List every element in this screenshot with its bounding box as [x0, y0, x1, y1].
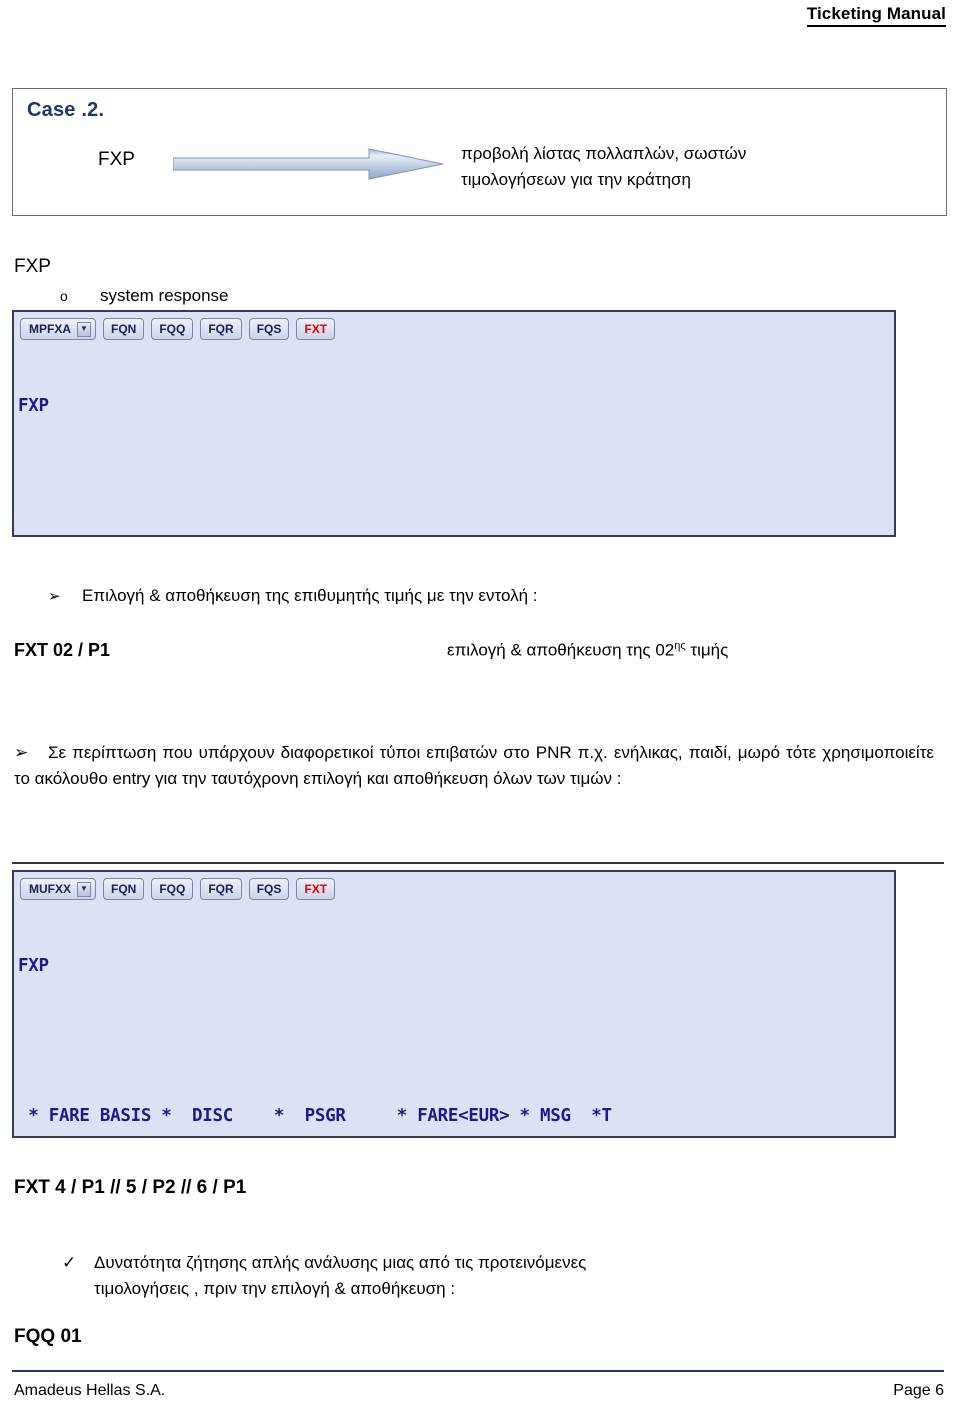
command-fxt-02-p1: FXT 02 / P1	[14, 640, 111, 660]
terminal-1-button-fqq[interactable]: FQQ	[151, 318, 194, 340]
terminal-2-button-fqs[interactable]: FQS	[248, 878, 290, 900]
terminal-2-header-row: * FARE BASIS * DISC * PSGR * FARE<EUR> *…	[18, 1106, 612, 1126]
command-fxt-02-p1-description: επιλογή & αποθήκευση της 02ης τιμής	[447, 640, 728, 661]
terminal-2-button-fqn[interactable]: FQN	[103, 878, 145, 900]
terminal-2-entry: FXP	[18, 956, 49, 976]
bullet-item-2-text: Σε περίπτωση που υπάρχουν διαφορετικοί τ…	[14, 743, 934, 788]
terminal-2-blank	[18, 1029, 894, 1054]
list-bullet-circle: o	[60, 288, 68, 304]
bullet-item-3-line1: Δυνατότητα ζήτησης απλής ανάλυσης μιας α…	[94, 1253, 587, 1272]
command1-desc-prefix: επιλογή & αποθήκευση της 02	[447, 640, 675, 660]
terminal-1-button-fqn[interactable]: FQN	[103, 318, 145, 340]
terminal-1-session-label: MPFXA	[29, 322, 71, 336]
terminal-window-2: MUFXX ▼ FQN FQQ FQR FQS FXT FXP * FARE B…	[12, 870, 896, 1138]
arrowhead-bullet-icon: ➢	[14, 743, 29, 762]
terminal-1-entry: FXP	[18, 396, 49, 416]
command-fqq-01: FQQ 01	[14, 1326, 82, 1347]
command1-desc-suffix: τιμής	[685, 640, 729, 660]
system-response-label: o system response	[60, 286, 229, 306]
terminal-1-screen: FXP * FARE BASIS * DISC * PSGR * FARE<EU…	[14, 342, 894, 535]
system-response-text: system response	[100, 286, 229, 305]
checkmark-bullet-icon: ✓	[62, 1253, 77, 1272]
bullet-item-2: ➢ Σε περίπτωση που υπάρχουν διαφορετικοί …	[14, 740, 934, 792]
chevron-down-icon[interactable]: ▼	[77, 321, 91, 337]
case-description-line1: προβολή λίστας πολλαπλών, σωστών	[461, 144, 747, 163]
terminal-1-toolbar: MPFXA ▼ FQN FQQ FQR FQS FXT	[14, 312, 894, 342]
footer-divider	[12, 1370, 944, 1372]
bullet-item-3-line2: τιμολογήσεις , πριν την επιλογή & αποθήκ…	[94, 1279, 456, 1298]
terminal-window-1: MPFXA ▼ FQN FQQ FQR FQS FXT FXP * FARE B…	[12, 310, 896, 537]
case-description: προβολή λίστας πολλαπλών, σωστών τιμολογ…	[461, 141, 931, 193]
terminal-2-session-label: MUFXX	[29, 882, 71, 896]
terminal-1-button-fxt[interactable]: FXT	[296, 318, 336, 340]
terminal-2-button-fqr[interactable]: FQR	[200, 878, 242, 900]
section-divider	[12, 862, 944, 864]
terminal-1-button-fqr[interactable]: FQR	[200, 318, 242, 340]
terminal-2-button-fxt[interactable]: FXT	[296, 878, 336, 900]
footer-page-number: Page 6	[893, 1382, 944, 1399]
fxp-label: FXP	[14, 256, 51, 277]
terminal-2-toolbar: MUFXX ▼ FQN FQQ FQR FQS FXT	[14, 872, 894, 902]
page-title: Ticketing Manual	[806, 4, 946, 27]
bullet-item-3: ✓ Δυνατότητα ζήτησης απλής ανάλυσης μιας …	[62, 1250, 682, 1302]
bullet-item-1: ➢ Επιλογή & αποθήκευση της επιθυμητής τιμ…	[48, 583, 538, 610]
chevron-down-icon[interactable]: ▼	[77, 881, 91, 897]
page-header: Ticketing Manual	[0, 0, 960, 40]
terminal-2-button-fqq[interactable]: FQQ	[151, 878, 194, 900]
arrowhead-bullet-icon: ➢	[48, 588, 61, 605]
right-arrow-icon	[172, 147, 444, 181]
terminal-2-screen: FXP * FARE BASIS * DISC * PSGR * FARE<EU…	[14, 902, 894, 1136]
terminal-2-session-dropdown[interactable]: MUFXX ▼	[20, 878, 96, 900]
case-title: Case .2.	[27, 99, 105, 121]
footer-company: Amadeus Hellas S.A.	[14, 1382, 166, 1399]
case-box: Case .2. FXP προβολή λίστας πολλαπλών, σ…	[12, 88, 947, 216]
case-command-label: FXP	[98, 149, 135, 170]
terminal-1-session-dropdown[interactable]: MPFXA ▼	[20, 318, 96, 340]
command1-desc-sup: ης	[674, 640, 686, 652]
terminal-1-blank	[18, 469, 894, 494]
case-description-line2: τιμολογήσεων για την κράτηση	[461, 170, 691, 189]
terminal-1-button-fqs[interactable]: FQS	[248, 318, 290, 340]
command-fxt-multi: FXT 4 / P1 // 5 / P2 // 6 / P1	[14, 1177, 247, 1198]
bullet-item-1-text: Επιλογή & αποθήκευση της επιθυμητής τιμή…	[82, 586, 538, 605]
